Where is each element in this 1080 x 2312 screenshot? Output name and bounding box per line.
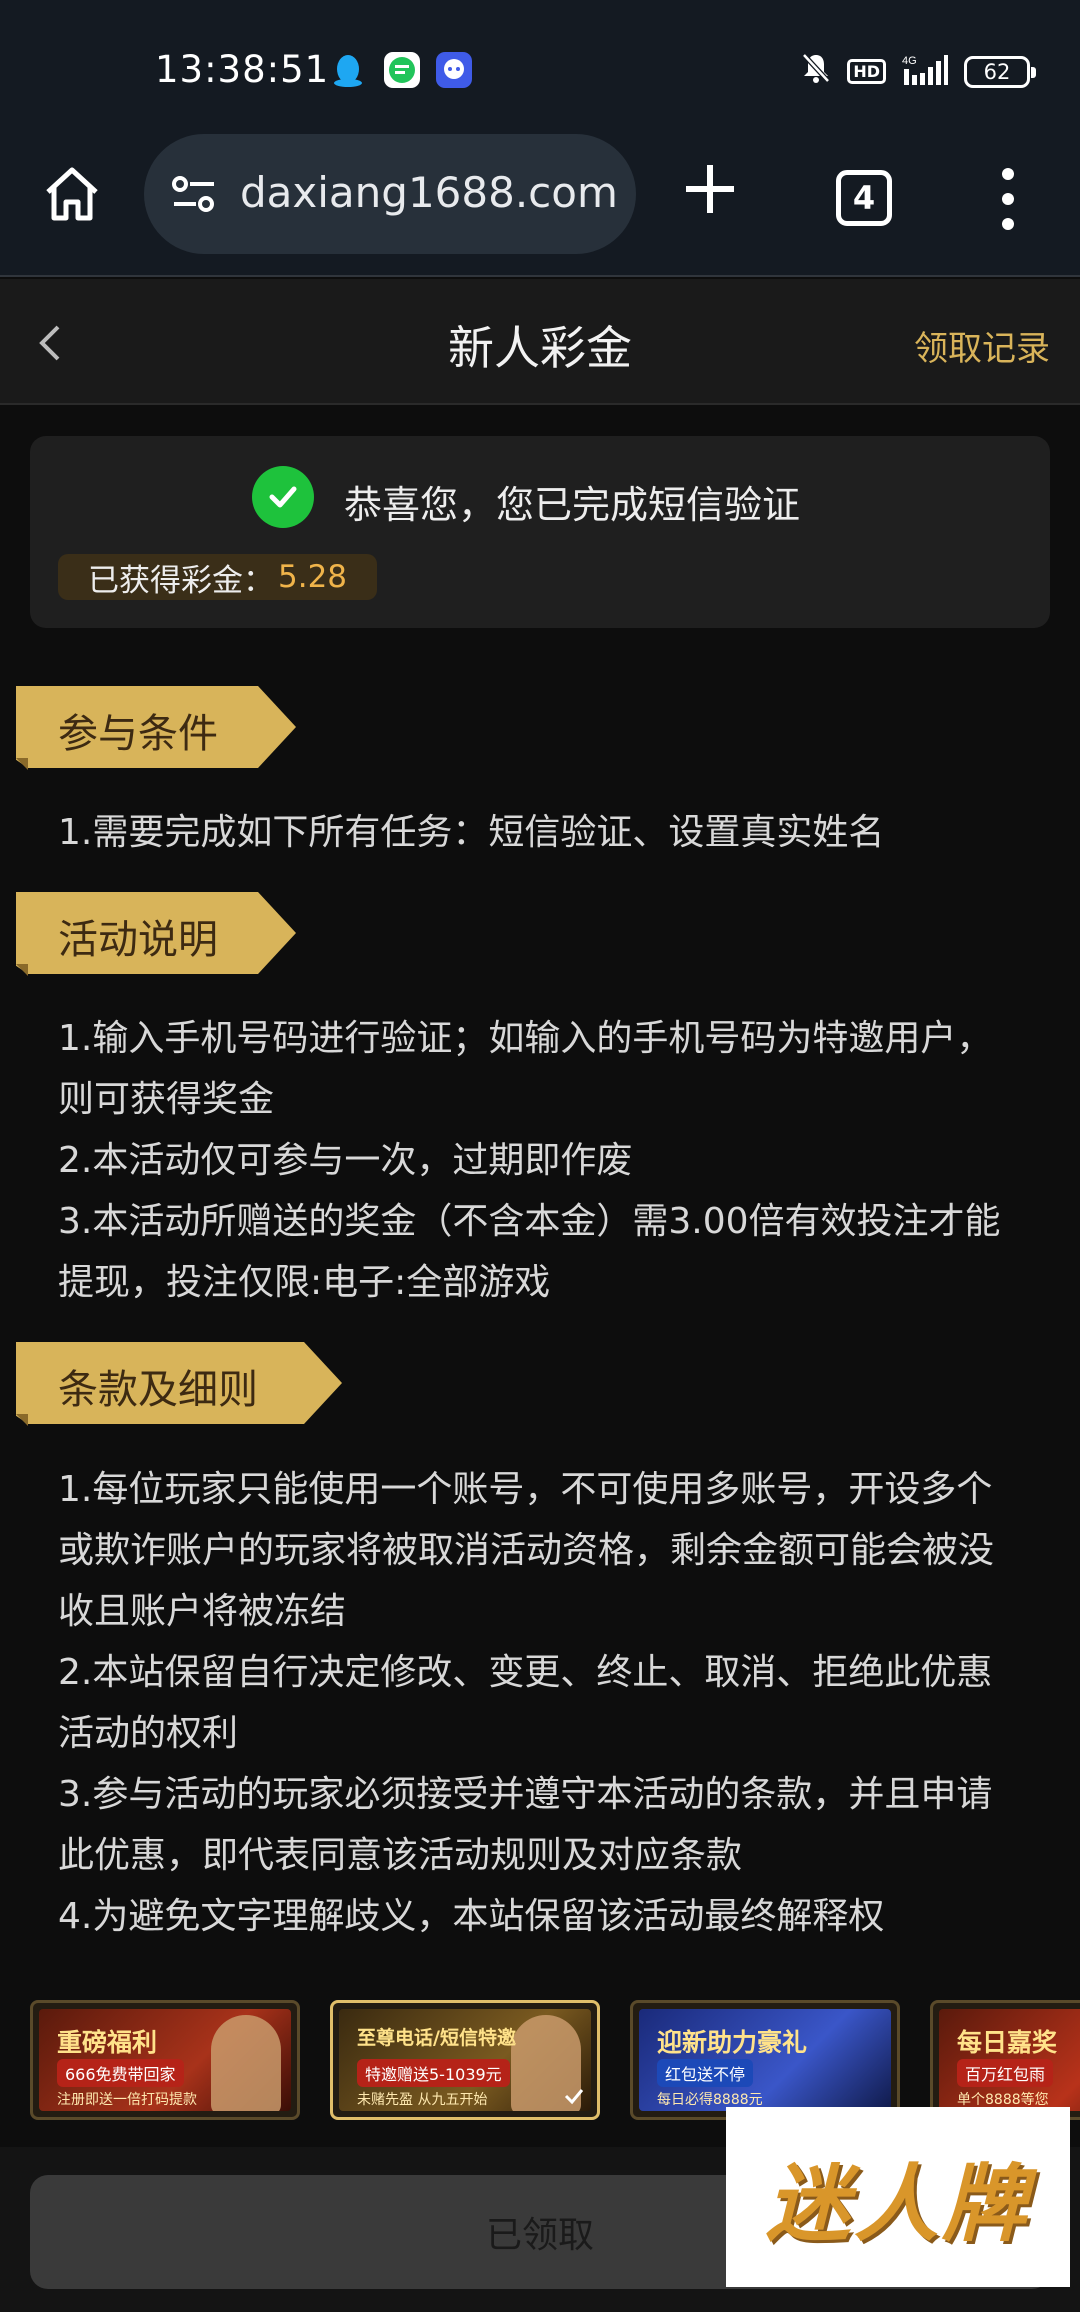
promo-subtitle: 666免费带回家 [57, 2059, 184, 2087]
qq-penguin-icon [330, 52, 366, 88]
section-title: 条款及细则 [58, 1367, 258, 1413]
status-indicators: HD 4G 62 [801, 52, 1036, 91]
selected-check-icon [563, 2085, 585, 2107]
svg-text:4G: 4G [902, 55, 917, 67]
rule-line: 4.为避免文字理解歧义，本站保留该活动最终解释权 [58, 1896, 885, 1937]
section-title: 活动说明 [58, 917, 218, 963]
rule-line: 3.参与活动的玩家必须接受并遵守本活动的条款，并且申请此优惠，即代表同意该活动规… [58, 1774, 993, 1876]
rule-line: 2.本活动仅可参与一次，过期即作废 [58, 1140, 633, 1181]
success-message: 恭喜您，您已完成短信验证 [344, 483, 801, 527]
new-tab-plus-icon[interactable] [682, 158, 738, 228]
tabs-icon[interactable]: 4 [836, 170, 892, 226]
bubble-chat-icon [436, 52, 472, 88]
promo-footnote: 单个8888等您 [957, 2092, 1049, 2108]
address-bar[interactable]: daxiang1688.com [144, 134, 636, 254]
section-ribbon-conditions: 参与条件 [16, 686, 296, 770]
rule-line: 2.本站保留自行决定修改、变更、终止、取消、拒绝此优惠活动的权利 [58, 1652, 993, 1754]
watermark-logo: 迷人牌 [726, 2107, 1070, 2287]
rule-line: 1.输入手机号码进行验证；如输入的手机号码为特邀用户，则可获得奖金 [58, 1018, 993, 1120]
section-title: 参与条件 [58, 711, 218, 757]
promo-model-image [211, 2015, 281, 2111]
promo-card-selected[interactable]: 至尊电话/短信特邀 特邀赠送5-1039元 未赌先盈 从九五开始 [330, 2000, 600, 2120]
promo-card[interactable]: 迎新助力豪礼 红包送不停 每日必得8888元 [630, 2000, 900, 2120]
promo-footnote: 每日必得8888元 [657, 2092, 763, 2108]
hd-icon: HD [847, 59, 886, 84]
promo-carousel[interactable]: 重磅福利 666免费带回家 注册即送一倍打码提款 至尊电话/短信特邀 特邀赠送5… [30, 2000, 1080, 2122]
status-bar: 13:38:51 HD 4G 62 [0, 0, 1080, 130]
terms-text: 1.每位玩家只能使用一个账号，不可使用多账号，开设多个或欺诈账户的玩家将被取消活… [58, 1459, 1028, 1947]
signal-4g-icon: 4G [902, 53, 948, 91]
rule-line: 1.需要完成如下所有任务：短信验证、设置真实姓名 [58, 812, 885, 853]
watermark-text: 迷人牌 [765, 2154, 1030, 2253]
promo-card[interactable]: 每日嘉奖 百万红包雨 单个8888等您 [930, 2000, 1080, 2120]
promo-footnote: 未赌先盈 从九五开始 [357, 2092, 488, 2108]
verification-success-card: 恭喜您，您已完成短信验证 已获得彩金： 5.28 [30, 436, 1050, 628]
promo-subtitle: 红包送不停 [657, 2059, 754, 2087]
promo-title: 重磅福利 [57, 2028, 158, 2057]
bonus-amount: 5.28 [278, 559, 348, 595]
promo-footnote: 注册即送一倍打码提款 [57, 2092, 197, 2108]
rule-line: 1.每位玩家只能使用一个账号，不可使用多账号，开设多个或欺诈账户的玩家将被取消活… [58, 1469, 995, 1632]
claim-records-link[interactable]: 领取记录 [914, 321, 1050, 370]
section-ribbon-terms: 条款及细则 [16, 1342, 342, 1426]
url-text: daxiang1688.com [240, 168, 618, 217]
bonus-badge: 已获得彩金： 5.28 [58, 554, 378, 600]
rule-line: 3.本活动所赠送的奖金（不含本金）需3.00倍有效投注才能提现，投注仅限:电子:… [58, 1201, 1001, 1303]
promo-subtitle: 特邀赠送5-1039元 [357, 2059, 510, 2087]
battery-level: 62 [983, 59, 1011, 84]
promo-subtitle: 百万红包雨 [957, 2059, 1054, 2087]
overflow-menu-icon[interactable] [1000, 168, 1016, 230]
promo-card[interactable]: 重磅福利 666免费带回家 注册即送一倍打码提款 [30, 2000, 300, 2120]
conditions-text: 1.需要完成如下所有任务：短信验证、设置真实姓名 [58, 802, 1028, 863]
page-header: 新人彩金 领取记录 [0, 279, 1080, 405]
bonus-label: 已获得彩金： [88, 562, 274, 599]
messages-icon [384, 52, 420, 88]
promo-title: 至尊电话/短信特邀 [357, 2027, 516, 2049]
battery-icon: 62 [964, 55, 1036, 88]
site-settings-icon[interactable] [170, 174, 218, 214]
section-ribbon-description: 活动说明 [16, 892, 296, 976]
description-text: 1.输入手机号码进行验证；如输入的手机号码为特邀用户，则可获得奖金 2.本活动仅… [58, 1008, 1028, 1313]
promo-title: 迎新助力豪礼 [657, 2028, 808, 2057]
home-icon[interactable] [40, 162, 104, 226]
tab-count: 4 [852, 179, 876, 217]
mute-bell-icon [801, 52, 831, 91]
check-circle-icon [252, 466, 314, 528]
promo-title: 每日嘉奖 [957, 2028, 1058, 2057]
browser-toolbar: daxiang1688.com 4 [0, 130, 1080, 277]
status-time: 13:38:51 [155, 48, 330, 91]
